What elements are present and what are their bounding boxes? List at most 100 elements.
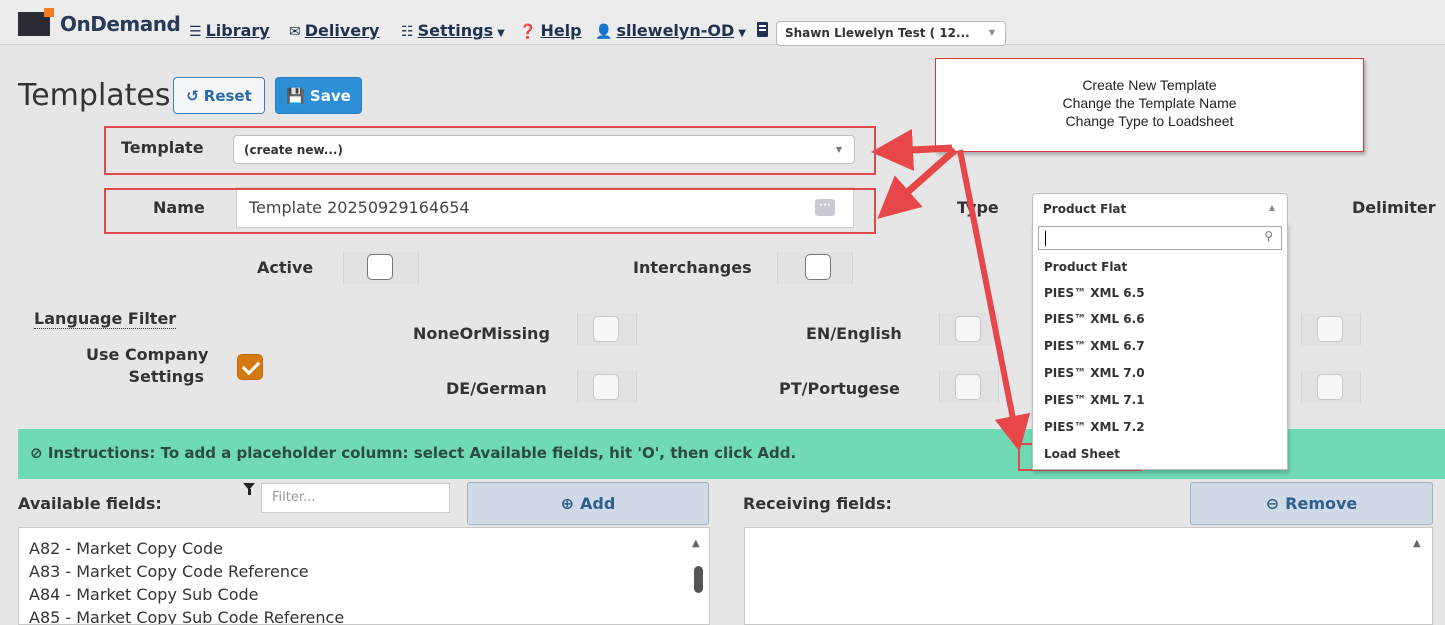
help-circle-icon: ❓ bbox=[519, 24, 537, 40]
de-german-checkbox[interactable] bbox=[593, 374, 619, 400]
none-or-missing-cell bbox=[577, 313, 637, 345]
type-option[interactable]: Product Flat bbox=[1044, 260, 1127, 274]
nav-user-label: sllewelyn-OD bbox=[616, 21, 735, 40]
scroll-up-icon[interactable]: ▲ bbox=[692, 538, 700, 549]
add-button-label: Add bbox=[580, 494, 616, 513]
floppy-disk-icon: 💾 bbox=[286, 86, 305, 105]
lang-extra-cell-2 bbox=[1301, 371, 1361, 403]
list-item[interactable]: A85 - Market Copy Sub Code Reference bbox=[19, 606, 709, 624]
active-checkbox[interactable] bbox=[367, 254, 393, 280]
list-item[interactable]: A83 - Market Copy Code Reference bbox=[19, 560, 709, 583]
text-cursor bbox=[1045, 231, 1046, 246]
available-fields-list[interactable]: A82 - Market Copy Code A83 - Market Copy… bbox=[18, 527, 710, 625]
template-label: Template bbox=[121, 138, 204, 157]
template-select[interactable]: (create new...) ▼ bbox=[233, 135, 855, 164]
nav-delivery[interactable]: ✉ Delivery bbox=[289, 21, 379, 40]
interchanges-checkbox[interactable] bbox=[805, 254, 831, 280]
template-name-value: Template 20250929164654 bbox=[249, 198, 470, 217]
nav-settings[interactable]: ☷ Settings ▼ bbox=[401, 21, 505, 40]
type-option[interactable]: PIES™ XML 6.6 bbox=[1044, 312, 1145, 326]
type-option[interactable]: PIES™ XML 6.7 bbox=[1044, 339, 1145, 353]
scroll-up-icon[interactable]: ▲ bbox=[1413, 538, 1421, 549]
nav-user-menu[interactable]: 👤 sllewelyn-OD ▼ bbox=[595, 21, 746, 40]
type-option-load-sheet[interactable]: Load Sheet bbox=[1044, 447, 1120, 461]
type-option[interactable]: PIES™ XML 7.2 bbox=[1044, 420, 1145, 434]
nav-delivery-label: Delivery bbox=[304, 21, 380, 40]
more-options-icon[interactable]: ··· bbox=[815, 199, 835, 216]
callout-line-3: Change Type to Loadsheet bbox=[1065, 113, 1234, 129]
nav-settings-label: Settings bbox=[417, 21, 494, 40]
interchanges-checkbox-cell bbox=[777, 252, 853, 284]
type-option[interactable]: PIES™ XML 7.1 bbox=[1044, 393, 1145, 407]
list-item[interactable]: A82 - Market Copy Code bbox=[19, 537, 709, 560]
nav-library[interactable]: ☰ Library bbox=[189, 21, 270, 40]
receiving-fields-list[interactable]: ▲ bbox=[744, 527, 1433, 625]
chevron-down-icon: ▼ bbox=[835, 145, 842, 154]
en-english-checkbox[interactable] bbox=[955, 316, 981, 342]
type-select[interactable]: Product Flat ▲ bbox=[1032, 193, 1288, 223]
user-icon: 👤 bbox=[595, 24, 613, 40]
en-english-cell bbox=[939, 313, 999, 345]
library-list-icon: ☰ bbox=[189, 24, 202, 40]
top-navbar: OnDemand ☰ Library ✉ Delivery ☷ Settings ▼ ❓… bbox=[0, 0, 1445, 46]
remove-button[interactable]: ⊖ Remove bbox=[1190, 482, 1433, 525]
template-name-input[interactable]: Template 20250929164654 ··· bbox=[236, 187, 854, 228]
lang-extra-checkbox-1[interactable] bbox=[1317, 316, 1343, 342]
active-checkbox-cell bbox=[343, 252, 419, 284]
reset-button[interactable]: ↺ Reset bbox=[173, 77, 265, 114]
de-german-label: DE/German bbox=[446, 379, 547, 398]
undo-icon: ↺ bbox=[186, 86, 199, 105]
use-company-settings-label: Use Company Settings bbox=[86, 345, 209, 386]
none-or-missing-label: NoneOrMissing bbox=[413, 324, 550, 343]
pt-portugese-cell bbox=[939, 371, 999, 403]
list-item[interactable]: A84 - Market Copy Sub Code bbox=[19, 583, 709, 606]
receiving-fields-label: Receiving fields: bbox=[743, 494, 892, 513]
template-select-value: (create new...) bbox=[244, 143, 343, 157]
page-title: Templates bbox=[18, 78, 171, 113]
type-label: Type bbox=[957, 198, 999, 217]
type-option[interactable]: PIES™ XML 7.0 bbox=[1044, 366, 1145, 380]
save-button[interactable]: 💾 Save bbox=[275, 77, 362, 114]
nav-help-label: Help bbox=[540, 21, 582, 40]
callout-line-1: Create New Template bbox=[1082, 77, 1217, 93]
add-button[interactable]: ⊕ Add bbox=[467, 482, 709, 525]
instructions-text: Instructions: To add a placeholder colum… bbox=[47, 444, 797, 462]
callout-line-2: Change the Template Name bbox=[1062, 95, 1237, 111]
use-company-label-line2: Settings bbox=[128, 367, 204, 386]
pt-portugese-checkbox[interactable] bbox=[955, 374, 981, 400]
de-german-cell bbox=[577, 371, 637, 403]
type-search-input[interactable]: ⚲ bbox=[1038, 226, 1282, 250]
lang-extra-checkbox-2[interactable] bbox=[1317, 374, 1343, 400]
building-icon bbox=[757, 22, 768, 37]
company-select[interactable]: Shawn Llewelyn Test ( 12... ▼ bbox=[776, 21, 1006, 46]
brand-name[interactable]: OnDemand bbox=[60, 12, 181, 36]
name-label: Name bbox=[153, 198, 205, 217]
use-company-label-line1: Use Company bbox=[86, 345, 209, 364]
minus-circle-icon: ⊖ bbox=[1265, 494, 1280, 513]
pt-portugese-label: PT/Portugese bbox=[779, 379, 900, 398]
type-dropdown-panel: ⚲ Product Flat PIES™ XML 6.5 PIES™ XML 6… bbox=[1032, 222, 1288, 470]
active-label: Active bbox=[257, 258, 314, 277]
nav-help[interactable]: ❓ Help bbox=[519, 21, 582, 40]
plus-circle-icon: ⊕ bbox=[560, 494, 575, 513]
nav-library-label: Library bbox=[205, 21, 270, 40]
type-option[interactable]: PIES™ XML 6.5 bbox=[1044, 286, 1145, 300]
save-button-label: Save bbox=[309, 86, 351, 105]
scrollbar-thumb[interactable] bbox=[694, 566, 703, 593]
use-company-settings-checkbox[interactable] bbox=[237, 354, 263, 380]
language-filter-label: Language Filter bbox=[34, 309, 177, 329]
filter-funnel-icon bbox=[243, 483, 255, 495]
interchanges-label: Interchanges bbox=[633, 258, 752, 277]
settings-sliders-icon: ☷ bbox=[401, 24, 414, 40]
filter-input[interactable]: Filter... bbox=[261, 483, 450, 513]
delimiter-label: Delimiter bbox=[1352, 198, 1436, 217]
ondemand-logo-icon[interactable] bbox=[18, 8, 54, 36]
available-fields-label: Available fields: bbox=[18, 494, 162, 513]
chevron-up-icon: ▲ bbox=[1268, 203, 1275, 212]
none-or-missing-checkbox[interactable] bbox=[593, 316, 619, 342]
reset-button-label: Reset bbox=[203, 86, 252, 105]
search-icon: ⚲ bbox=[1264, 229, 1273, 243]
remove-button-label: Remove bbox=[1285, 494, 1358, 513]
chevron-down-icon: ▼ bbox=[988, 28, 995, 37]
lang-extra-cell-1 bbox=[1301, 313, 1361, 345]
